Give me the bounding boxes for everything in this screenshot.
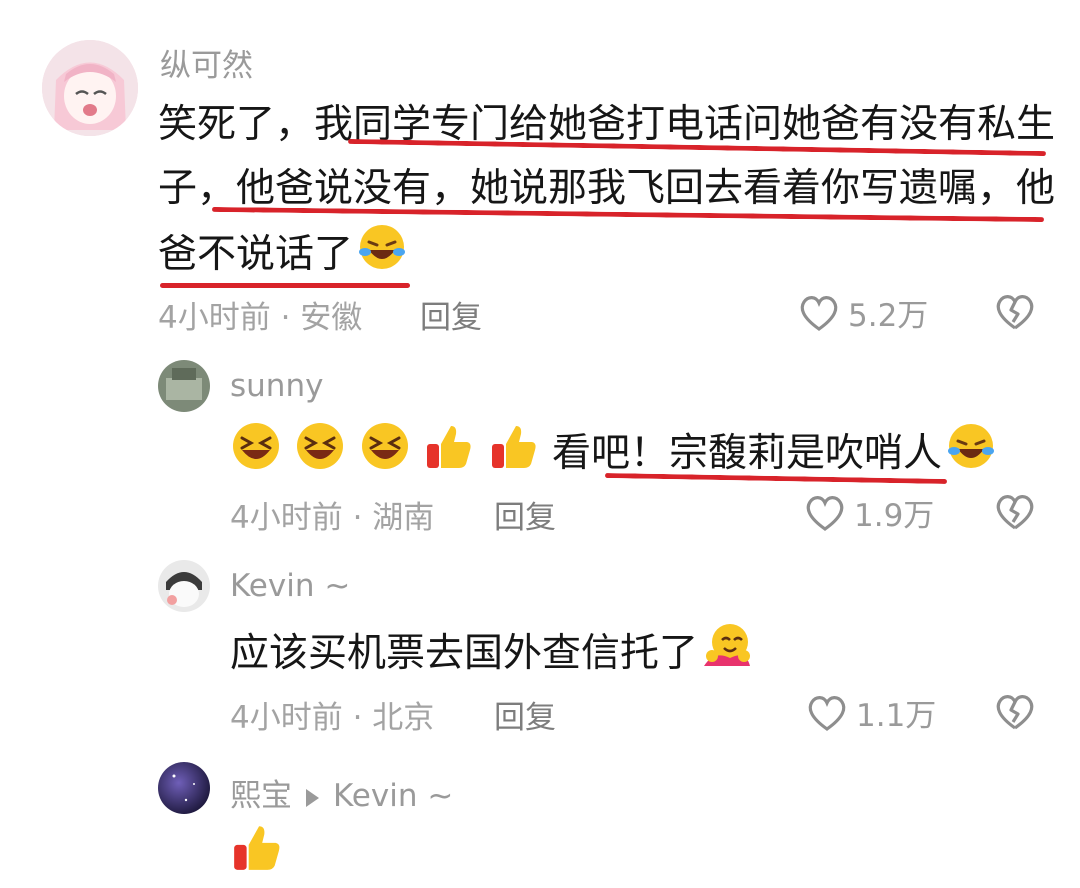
reply-header: 熙宝 Kevin ~ xyxy=(230,770,453,815)
broken-heart-icon xyxy=(994,692,1036,732)
thumbs-up-icon xyxy=(230,820,284,878)
reply-button[interactable]: 回复 xyxy=(494,692,556,737)
laughing-tears-icon xyxy=(357,222,407,291)
thumbs-up-icon xyxy=(488,420,540,491)
heart-icon xyxy=(806,693,848,733)
comment-username[interactable]: Kevin ~ xyxy=(230,568,350,604)
like-count: 1.1万 xyxy=(856,698,937,734)
broken-heart-icon xyxy=(994,292,1036,332)
hug-icon xyxy=(700,620,752,691)
dislike-button[interactable] xyxy=(994,492,1036,536)
comment-text-content: 看吧！宗馥莉是吹哨人 xyxy=(552,431,943,476)
heart-icon xyxy=(798,293,840,333)
dislike-button[interactable] xyxy=(994,292,1036,336)
like-button[interactable]: 1.9万 xyxy=(804,490,934,535)
avatar[interactable] xyxy=(158,762,210,814)
avatar[interactable] xyxy=(158,560,210,612)
like-button[interactable]: 1.1万 xyxy=(806,690,936,735)
avatar[interactable] xyxy=(158,360,210,412)
dislike-button[interactable] xyxy=(994,692,1036,736)
comment-time-location: 4小时前 · 湖南 xyxy=(230,500,435,536)
comment-text: 应该买机票去国外查信托了 xyxy=(230,620,752,691)
like-count: 5.2万 xyxy=(848,298,929,334)
comment-text-content: 应该买机票去国外查信托了 xyxy=(230,631,699,676)
avatar[interactable] xyxy=(42,40,138,136)
broken-heart-icon xyxy=(994,492,1036,532)
comment-username[interactable]: sunny xyxy=(230,368,323,404)
reply-to-username[interactable]: Kevin ~ xyxy=(333,778,453,814)
laughing-tears-icon xyxy=(946,421,996,490)
comment-time-location: 4小时前 · 安徽 xyxy=(158,300,363,336)
reply-button[interactable]: 回复 xyxy=(494,492,556,537)
comment-username[interactable]: 熙宝 xyxy=(230,778,292,814)
comment-username[interactable]: 纵可然 xyxy=(160,40,253,85)
comment-text-line-3: 爸不说话了 xyxy=(158,222,407,291)
reply-arrow-icon xyxy=(306,788,319,807)
like-button[interactable]: 5.2万 xyxy=(798,290,928,335)
thumbs-up-icon xyxy=(423,420,475,491)
comment-text xyxy=(230,820,284,878)
comment-time-location: 4小时前 · 北京 xyxy=(230,700,435,736)
grinning-squint-icon xyxy=(359,420,411,491)
like-count: 1.9万 xyxy=(854,498,935,534)
highlight-underline xyxy=(160,283,410,288)
grinning-squint-icon xyxy=(230,420,282,491)
grinning-squint-icon xyxy=(294,420,346,491)
reply-button[interactable]: 回复 xyxy=(420,292,482,337)
heart-icon xyxy=(804,493,846,533)
comment-text-line-3-content: 爸不说话了 xyxy=(158,232,354,277)
